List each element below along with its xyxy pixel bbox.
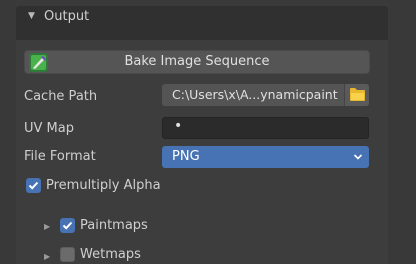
bake-button-label: Bake Image Sequence xyxy=(124,54,270,69)
premultiply-alpha-label: Premultiply Alpha xyxy=(46,178,161,193)
chevron-down-icon xyxy=(353,154,363,160)
browse-folder-button[interactable] xyxy=(344,84,369,106)
uv-map-value: • xyxy=(174,118,183,134)
file-format-label: File Format xyxy=(24,149,96,164)
paintmaps-label: Paintmaps xyxy=(80,218,148,233)
checkmark-icon xyxy=(62,221,73,230)
uv-map-field[interactable]: • xyxy=(162,117,369,139)
premultiply-alpha-checkbox[interactable] xyxy=(26,178,41,193)
paintmaps-expand-icon[interactable]: ▶ xyxy=(44,222,50,231)
wetmaps-checkbox[interactable] xyxy=(60,247,75,262)
collapse-arrow-icon[interactable]: ▼ xyxy=(28,11,35,21)
wetmaps-expand-icon[interactable]: ▶ xyxy=(44,252,50,261)
panel-title: Output xyxy=(44,9,90,24)
uv-map-label: UV Map xyxy=(24,121,74,136)
folder-icon xyxy=(350,88,365,101)
cache-path-label: Cache Path xyxy=(24,89,98,104)
cache-path-value: C:\Users\x\A...ynamicpaint xyxy=(172,87,338,102)
checkmark-icon xyxy=(28,181,39,190)
file-format-dropdown[interactable]: PNG xyxy=(162,146,369,168)
wetmaps-label: Wetmaps xyxy=(80,247,141,262)
paintmaps-checkbox[interactable] xyxy=(60,218,75,233)
file-format-value: PNG xyxy=(172,149,200,164)
cache-path-field[interactable]: C:\Users\x\A...ynamicpaint xyxy=(162,84,369,106)
bake-image-sequence-button[interactable]: Bake Image Sequence xyxy=(24,50,370,74)
